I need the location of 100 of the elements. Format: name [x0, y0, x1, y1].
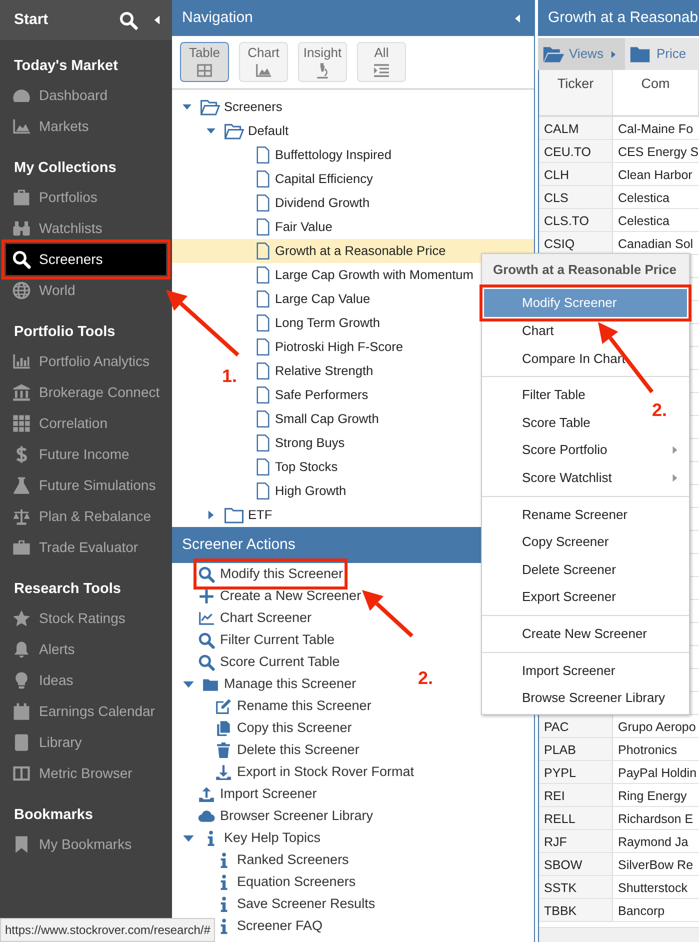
sidebar-item[interactable]: Portfolios: [6, 182, 166, 213]
microscope-icon: [314, 62, 331, 79]
action-link[interactable]: Score Current Table: [198, 651, 340, 673]
tree-item[interactable]: Growth at a Reasonable Price: [172, 239, 534, 263]
tree-item[interactable]: Screeners: [172, 95, 534, 119]
search-icon: [198, 654, 215, 670]
table-cell: PYPL: [539, 761, 613, 783]
menu-item[interactable]: Browse Screener Library: [482, 684, 670, 712]
table-cell-text: Clean Harbor: [617, 167, 694, 184]
column-header[interactable]: Ticker: [539, 70, 613, 115]
edit-icon: [215, 698, 232, 714]
annotation-label: 2.: [652, 400, 668, 420]
panel-title: Screener Actions: [182, 534, 296, 555]
sidebar-item[interactable]: Trade Evaluator: [6, 532, 166, 563]
briefcase-icon: [12, 188, 31, 207]
folder-icon: [224, 505, 244, 525]
action-link[interactable]: Import Screener: [198, 783, 317, 805]
action-link[interactable]: Copy this Screener: [215, 717, 352, 739]
action-link[interactable]: Filter Current Table: [198, 629, 335, 651]
action-link[interactable]: Export in Stock Rover Format: [215, 761, 414, 783]
action-link[interactable]: Key Help Topics: [180, 827, 321, 849]
search-icon[interactable]: [119, 10, 138, 30]
action-link[interactable]: Equation Screeners: [215, 871, 356, 893]
menu-item[interactable]: Export Screener: [482, 583, 620, 611]
sidebar-item[interactable]: Dashboard: [6, 80, 166, 111]
action-link[interactable]: Chart Screener: [198, 607, 312, 629]
tree-item[interactable]: Default: [172, 119, 534, 143]
document-icon: [254, 434, 272, 452]
sidebar-item[interactable]: Library: [6, 727, 166, 758]
action-link[interactable]: Create a New Screener: [198, 585, 362, 607]
table-cell-text: Richardson E: [617, 811, 694, 828]
menu-item[interactable]: Score Portfolio: [482, 436, 689, 464]
action-link[interactable]: Browser Screener Library: [198, 805, 374, 827]
document-icon: [254, 194, 272, 212]
sidebar-item[interactable]: Future Simulations: [6, 470, 166, 501]
sidebar-item[interactable]: Alerts: [6, 634, 166, 665]
view-tab[interactable]: Chart: [239, 42, 288, 82]
action-link[interactable]: Manage this Screener: [180, 673, 356, 695]
action-link[interactable]: Modify this Screener: [198, 563, 344, 585]
sidebar-item[interactable]: My Bookmarks: [6, 829, 166, 860]
view-tab[interactable]: Table: [180, 42, 229, 82]
globe-icon: [12, 281, 31, 300]
menu-item[interactable]: Score Watchlist: [482, 464, 689, 492]
menu-item[interactable]: Rename Screener: [482, 500, 632, 528]
menu-item[interactable]: Copy Screener: [482, 528, 613, 556]
sidebar-item[interactable]: World: [6, 275, 166, 306]
view-tab[interactable]: Insight: [298, 42, 347, 82]
table-cell-text: Canadian Sol: [617, 236, 694, 253]
tree-item[interactable]: Buffettology Inspired: [172, 143, 534, 167]
document-icon: [254, 170, 272, 188]
sidebar-item[interactable]: Portfolio Analytics: [6, 346, 166, 377]
book-icon: [12, 733, 31, 752]
table-cell: RJF: [539, 830, 613, 852]
table-cell-text: Celestica: [617, 190, 670, 207]
sidebar-item[interactable]: Watchlists: [6, 213, 166, 244]
table-cell: PLAB: [539, 738, 613, 760]
table-icon: [196, 62, 213, 79]
document-icon: [254, 290, 272, 308]
download-icon: [215, 764, 232, 780]
sidebar-item[interactable]: Correlation: [6, 408, 166, 439]
action-link[interactable]: Screener FAQ: [215, 915, 323, 937]
menu-item[interactable]: Delete Screener: [482, 556, 620, 584]
tree-item[interactable]: Dividend Growth: [172, 191, 534, 215]
menu-item[interactable]: Chart: [482, 317, 558, 345]
table-cell-text: Shutterstock: [617, 880, 688, 897]
sidebar-item[interactable]: Brokerage Connect: [6, 377, 166, 408]
sidebar-item[interactable]: Ideas: [6, 665, 166, 696]
annotation-label: 2.: [418, 668, 434, 688]
action-link[interactable]: Delete this Screener: [215, 739, 360, 761]
sidebar-item[interactable]: Plan & Rebalance: [6, 501, 166, 532]
sidebar-item[interactable]: Stock Ratings: [6, 603, 166, 634]
tree-item[interactable]: Capital Efficiency: [172, 167, 534, 191]
sidebar-item[interactable]: Screeners: [6, 244, 166, 275]
menu-item[interactable]: Filter Table: [482, 381, 590, 409]
sidebar-item[interactable]: Markets: [6, 111, 166, 142]
document-icon: [254, 242, 272, 260]
menu-item[interactable]: Score Table: [482, 408, 594, 436]
document-icon: [254, 362, 272, 380]
sidebar-item[interactable]: Metric Browser: [6, 758, 166, 789]
toolbox-icon: [12, 538, 31, 557]
sidebar-title: Start: [14, 10, 50, 30]
table-cell-text: Cal-Maine Fo: [617, 121, 694, 138]
toolbar-button[interactable]: Price: [625, 38, 692, 70]
tree-item[interactable]: Fair Value: [172, 215, 534, 239]
scrollbar[interactable]: [539, 927, 699, 942]
view-tab[interactable]: All: [357, 42, 406, 82]
document-icon: [254, 146, 272, 164]
menu-item[interactable]: Import Screener: [482, 656, 620, 684]
sidebar-item[interactable]: Future Income: [6, 439, 166, 470]
panel-title: Navigation: [182, 8, 253, 28]
document-icon: [254, 218, 272, 236]
document-icon: [254, 458, 272, 476]
column-header[interactable]: Com: [613, 70, 699, 115]
document-icon: [254, 314, 272, 332]
action-link[interactable]: Ranked Screeners: [215, 849, 349, 871]
sidebar-item[interactable]: Earnings Calendar: [6, 696, 166, 727]
action-link[interactable]: Rename this Screener: [215, 695, 372, 717]
menu-item[interactable]: Create New Screener: [482, 620, 651, 648]
bank-icon: [12, 383, 31, 402]
action-link[interactable]: Save Screener Results: [215, 893, 376, 915]
